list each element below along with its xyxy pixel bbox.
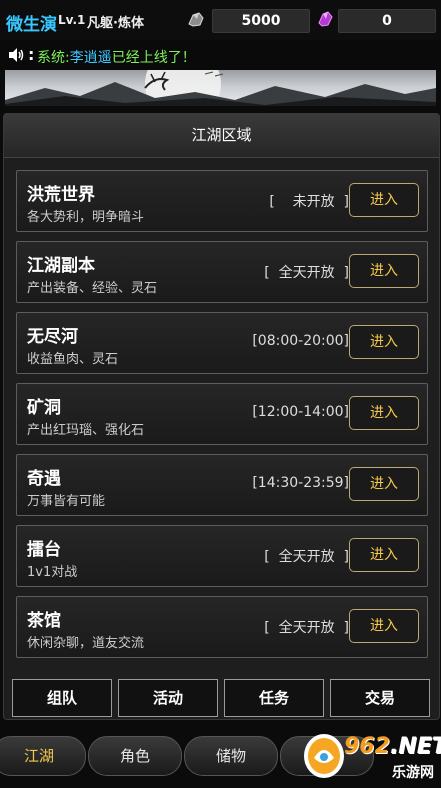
ink-landscape-image bbox=[5, 70, 436, 106]
enter-button[interactable]: 进入 bbox=[349, 254, 419, 288]
enter-button[interactable]: 进入 bbox=[349, 609, 419, 643]
watermark-brand: 962.NET bbox=[344, 734, 441, 759]
nav-tab-character[interactable]: 角色 bbox=[88, 736, 182, 776]
region-name: 无尽河 bbox=[27, 327, 78, 347]
region-status: [ 全天开放 ] bbox=[264, 265, 349, 281]
crystal-amount: 0 bbox=[338, 9, 436, 33]
team-button[interactable]: 组队 bbox=[12, 679, 112, 717]
announcement-bar: : 系统:李逍遥已经上线了！ bbox=[0, 40, 441, 70]
announcement-text: 系统:李逍遥已经上线了！ bbox=[37, 47, 196, 67]
region-name: 擂台 bbox=[27, 540, 61, 560]
watermark-subtitle: 乐游网 bbox=[392, 765, 434, 781]
region-name: 奇遇 bbox=[27, 469, 61, 489]
region-card-teahouse: 茶馆 休闲杂聊，道友交流 [ 全天开放 ] 进入 bbox=[16, 596, 428, 658]
enter-button[interactable]: 进入 bbox=[349, 467, 419, 501]
region-desc: 万事皆有可能 bbox=[27, 494, 106, 509]
region-status: [08:00-20:00] bbox=[252, 333, 349, 349]
region-status: [14:30-23:59] bbox=[252, 475, 349, 491]
trade-button[interactable]: 交易 bbox=[330, 679, 430, 717]
region-status: [ 全天开放 ] bbox=[264, 620, 349, 636]
ink-painting-banner bbox=[5, 70, 436, 106]
region-card-mine: 矿洞 产出红玛瑙、强化石 [12:00-14:00] 进入 bbox=[16, 383, 428, 445]
player-realm: 凡躯·炼体 bbox=[87, 16, 144, 31]
panel-title: 江湖区域 bbox=[4, 114, 439, 158]
announcement-colon: : bbox=[28, 45, 35, 64]
region-name: 矿洞 bbox=[27, 398, 61, 418]
speaker-icon bbox=[9, 48, 24, 62]
watermark-suffix: .NET bbox=[389, 734, 441, 759]
region-name: 江湖副本 bbox=[27, 256, 95, 276]
nav-tab-storage[interactable]: 储物 bbox=[184, 736, 278, 776]
enter-button[interactable]: 进入 bbox=[349, 538, 419, 572]
region-name: 茶馆 bbox=[27, 611, 61, 631]
region-status: [ 未开放 ] bbox=[269, 194, 349, 210]
region-status: [12:00-14:00] bbox=[252, 404, 349, 420]
events-button[interactable]: 活动 bbox=[118, 679, 218, 717]
region-status: [ 全天开放 ] bbox=[264, 549, 349, 565]
player-name[interactable]: 微生演 bbox=[6, 10, 57, 35]
announcement-message: 已经上线了！ bbox=[111, 50, 196, 66]
region-desc: 产出装备、经验、灵石 bbox=[27, 281, 158, 296]
silver-amount: 5000 bbox=[212, 9, 310, 33]
region-desc: 各大势利，明争暗斗 bbox=[27, 210, 145, 225]
region-card-honghuang: 洪荒世界 各大势利，明争暗斗 [ 未开放 ] 进入 bbox=[16, 170, 428, 232]
region-panel: 江湖区域 洪荒世界 各大势利，明争暗斗 [ 未开放 ] 进入 江湖副本 产出装备… bbox=[3, 113, 440, 720]
region-desc: 1v1对战 bbox=[27, 565, 78, 580]
enter-button[interactable]: 进入 bbox=[349, 325, 419, 359]
site-watermark: 962.NET 乐游网 bbox=[300, 728, 441, 784]
announcement-player[interactable]: 李逍遥 bbox=[70, 50, 112, 66]
enter-button[interactable]: 进入 bbox=[349, 183, 419, 217]
region-desc: 收益鱼肉、灵石 bbox=[27, 352, 119, 367]
enter-button[interactable]: 进入 bbox=[349, 396, 419, 430]
announcement-prefix: 系统: bbox=[37, 50, 70, 66]
watermark-number: 962 bbox=[344, 734, 390, 759]
player-level: Lv.1 bbox=[58, 13, 86, 27]
region-card-dungeon: 江湖副本 产出装备、经验、灵石 [ 全天开放 ] 进入 bbox=[16, 241, 428, 303]
nav-tab-jianghu[interactable]: 江湖 bbox=[0, 736, 86, 776]
region-card-encounter: 奇遇 万事皆有可能 [14:30-23:59] 进入 bbox=[16, 454, 428, 516]
region-desc: 休闲杂聊，道友交流 bbox=[27, 636, 145, 651]
region-desc: 产出红玛瑙、强化石 bbox=[27, 423, 145, 438]
region-card-endless-river: 无尽河 收益鱼肉、灵石 [08:00-20:00] 进入 bbox=[16, 312, 428, 374]
region-name: 洪荒世界 bbox=[27, 185, 95, 205]
top-status-bar: 微生演 Lv.1 凡躯·炼体 5000 0 bbox=[0, 0, 441, 40]
quests-button[interactable]: 任务 bbox=[224, 679, 324, 717]
silver-ore-icon bbox=[188, 12, 204, 27]
crystal-icon bbox=[318, 11, 333, 27]
region-card-arena: 擂台 1v1对战 [ 全天开放 ] 进入 bbox=[16, 525, 428, 587]
